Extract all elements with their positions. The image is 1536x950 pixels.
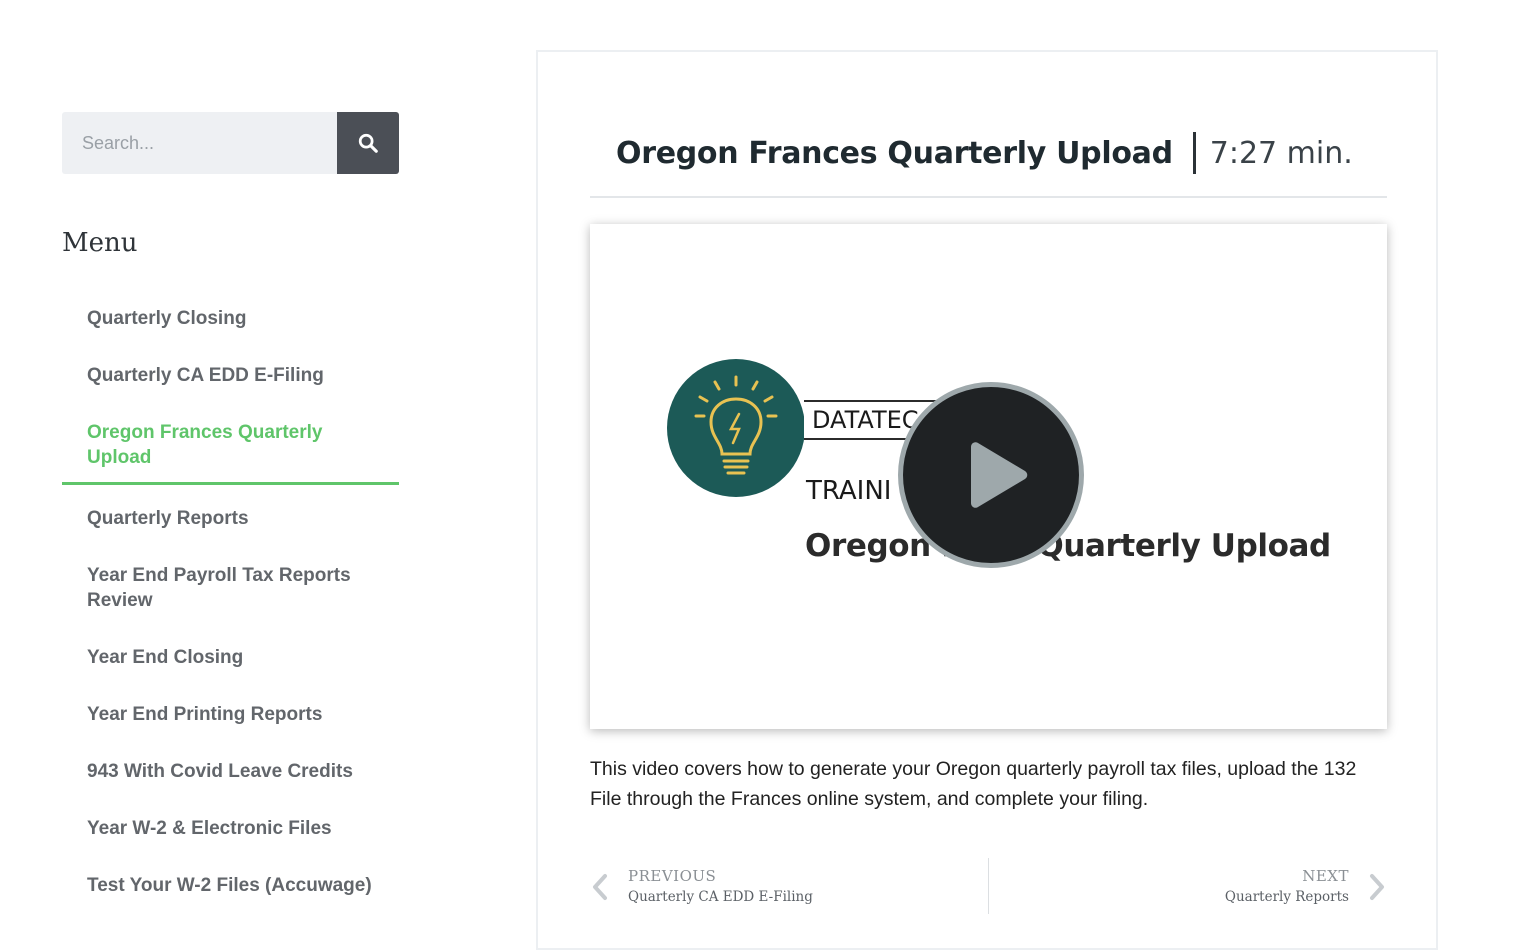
- search-icon: [358, 133, 378, 153]
- logo-badge: [667, 359, 805, 497]
- sidebar-item-test-your-w2-files[interactable]: Test Your W-2 Files (Accuwage): [62, 863, 399, 909]
- post-nav-divider: [988, 858, 989, 914]
- chevron-left-icon: [593, 874, 607, 900]
- sidebar-item-quarterly-closing[interactable]: Quarterly Closing: [62, 296, 399, 342]
- previous-post-text: PREVIOUS Quarterly CA EDD E-Filing: [628, 866, 813, 908]
- title-row: Oregon Frances Quarterly Upload 7:27 min…: [616, 130, 1353, 176]
- search-button[interactable]: [337, 112, 399, 174]
- sidebar-item-label[interactable]: Quarterly CA EDD E-Filing: [87, 365, 324, 386]
- sidebar-item-year-end-payroll-tax-reports-review[interactable]: Year End Payroll Tax Reports Review: [62, 553, 399, 624]
- sidebar-item-label[interactable]: Quarterly Reports: [87, 508, 249, 529]
- sidebar-item-label[interactable]: Year End Printing Reports: [87, 704, 322, 725]
- previous-label: PREVIOUS: [628, 867, 717, 885]
- sidebar-item-label[interactable]: Test Your W-2 Files (Accuwage): [87, 875, 372, 896]
- sidebar-item-label[interactable]: 943 With Covid Leave Credits: [87, 761, 353, 782]
- search-form: [62, 112, 399, 174]
- video-title-overlay: Oregon Fr Quarterly Upload: [805, 528, 1331, 564]
- video-description: This video covers how to generate your O…: [590, 758, 1357, 810]
- sidebar-item-year-w2-electronic-files[interactable]: Year W-2 & Electronic Files: [62, 806, 399, 852]
- play-button[interactable]: [898, 382, 1084, 568]
- sidebar-item-year-end-closing[interactable]: Year End Closing: [62, 635, 399, 681]
- next-post-text: NEXT Quarterly Reports: [1225, 866, 1349, 908]
- next-label: NEXT: [1302, 867, 1349, 885]
- next-post-link[interactable]: NEXT Quarterly Reports: [1225, 866, 1387, 908]
- chevron-right-icon: [1370, 874, 1384, 900]
- previous-post-link[interactable]: PREVIOUS Quarterly CA EDD E-Filing: [590, 866, 813, 908]
- content-card: Oregon Frances Quarterly Upload 7:27 min…: [536, 50, 1438, 950]
- sidebar-item-label[interactable]: Quarterly Closing: [87, 308, 246, 329]
- play-icon: [971, 442, 1028, 508]
- title-divider: [590, 196, 1387, 198]
- menu-heading: Menu: [62, 228, 138, 258]
- next-post-title: Quarterly Reports: [1224, 889, 1349, 905]
- sidebar-item-quarterly-reports[interactable]: Quarterly Reports: [62, 496, 399, 542]
- sidebar-item-label[interactable]: Oregon Frances Quarterly Upload: [87, 422, 322, 468]
- title-separator: [1192, 132, 1196, 174]
- previous-post-title: Quarterly CA EDD E-Filing: [628, 889, 813, 905]
- training-label: TRAINI: [806, 476, 892, 506]
- video-duration: 7:27 min.: [1209, 135, 1353, 171]
- sidebar-item-oregon-frances-quarterly-upload[interactable]: Oregon Frances Quarterly Upload: [62, 410, 399, 485]
- sidebar-item-label[interactable]: Year End Closing: [87, 647, 243, 668]
- sidebar-item-label[interactable]: Year W-2 & Electronic Files: [87, 818, 332, 839]
- sidebar-menu: Quarterly Closing Quarterly CA EDD E-Fil…: [62, 296, 399, 909]
- sidebar-item-943-with-covid-leave-credits[interactable]: 943 With Covid Leave Credits: [62, 749, 399, 795]
- search-input[interactable]: [62, 112, 337, 174]
- lightbulb-icon: [694, 375, 778, 475]
- video-player[interactable]: DATATEC TRAINI Oregon Fr Quarterly Uploa…: [590, 224, 1387, 729]
- post-navigation: PREVIOUS Quarterly CA EDD E-Filing NEXT …: [590, 858, 1387, 914]
- page-title: Oregon Frances Quarterly Upload: [616, 135, 1173, 171]
- sidebar-item-quarterly-ca-edd-e-filing[interactable]: Quarterly CA EDD E-Filing: [62, 353, 399, 399]
- sidebar-item-label[interactable]: Year End Payroll Tax Reports Review: [87, 565, 351, 611]
- sidebar-item-year-end-printing-reports[interactable]: Year End Printing Reports: [62, 692, 399, 738]
